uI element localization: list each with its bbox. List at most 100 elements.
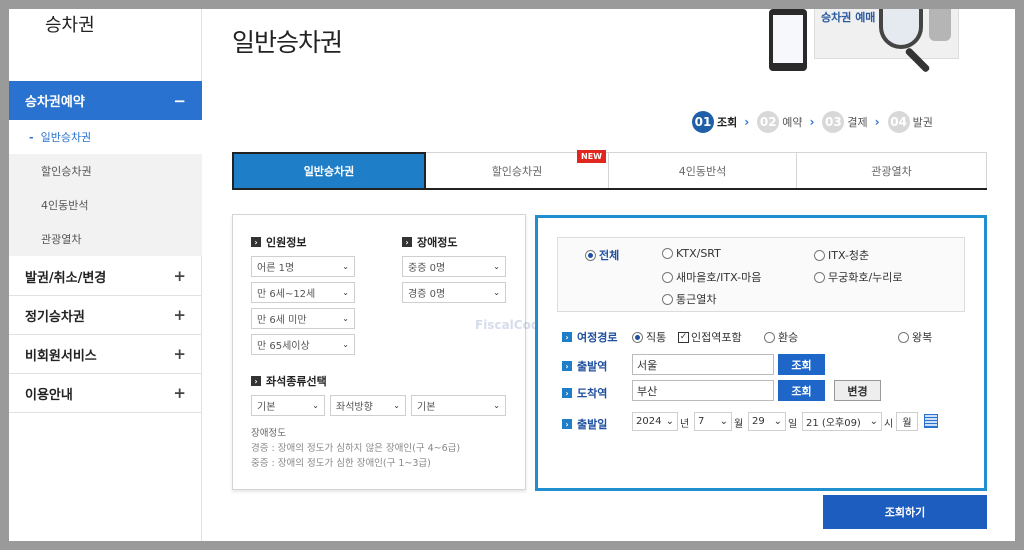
tab-tourist-train[interactable]: 관광열차 xyxy=(797,152,987,188)
route-include-nearby[interactable]: ✓ 인접역포함 xyxy=(678,329,742,345)
chevron-down-icon: ⌄ xyxy=(312,401,319,410)
swap-stations-button[interactable]: 변경 xyxy=(834,380,881,401)
sidebar-item-label: 비회원서비스 xyxy=(25,348,97,364)
expand-icon[interactable]: + xyxy=(173,345,186,363)
train-type-all[interactable]: 전체 xyxy=(585,247,619,263)
sidebar-sub-four-person-seat[interactable]: 4인동반석 xyxy=(9,188,202,222)
radio-icon xyxy=(662,293,673,305)
chevron-down-icon: ⌄ xyxy=(773,416,782,427)
sidebar-item-label: 발권/취소/변경 xyxy=(25,270,107,286)
arrow-right-icon: › xyxy=(562,361,572,371)
radio-icon xyxy=(662,271,673,283)
search-submit-button[interactable]: 조회하기 xyxy=(823,495,987,529)
chevron-down-icon: ⌄ xyxy=(342,340,349,349)
tab-label: 할인승차권 xyxy=(491,164,543,178)
tab-four-person-seat[interactable]: 4인동반석 xyxy=(609,152,797,188)
sidebar-item-nonmember[interactable]: 비회원서비스 + xyxy=(9,335,202,374)
chevron-down-icon: ⌄ xyxy=(342,314,349,323)
chevron-down-icon: ⌄ xyxy=(342,262,349,271)
infant-count-select[interactable]: 만 6세 미만 ⌄ xyxy=(251,308,355,329)
seat-direction-select[interactable]: 좌석방향 ⌄ xyxy=(330,395,406,416)
day-select[interactable]: 29 ⌄ xyxy=(748,412,786,431)
chevron-down-icon: ⌄ xyxy=(665,416,674,427)
sidebar-sub-tourist-train[interactable]: 관광열차 xyxy=(9,222,202,256)
step-number: 01 xyxy=(692,111,714,133)
severe-disability-select[interactable]: 중증 0명 ⌄ xyxy=(402,256,506,277)
step-label: 예약 xyxy=(782,116,803,129)
year-select[interactable]: 2024 ⌄ xyxy=(632,412,678,431)
departure-search-button[interactable]: 조회 xyxy=(778,354,825,375)
phone-image xyxy=(769,9,807,71)
adult-count-select[interactable]: 어른 1명 ⌄ xyxy=(251,256,355,277)
chevron-down-icon: ⌄ xyxy=(493,288,500,297)
expand-icon[interactable]: + xyxy=(173,306,186,324)
sidebar-item-season-ticket[interactable]: 정기승차권 + xyxy=(9,296,202,335)
arrival-input[interactable]: 부산 xyxy=(632,380,774,401)
sidebar-item-ticket-booking[interactable]: 승차권예약 − xyxy=(9,81,202,120)
route-roundtrip[interactable]: 왕복 xyxy=(898,329,932,345)
train-type-mugunghwa[interactable]: 무궁화호/누리로 xyxy=(814,269,903,285)
step-indicator: 01 조회 › 02 예약 › 03 결제 › 04 발권 xyxy=(692,111,941,133)
sidebar-title: 승차권 xyxy=(45,15,95,36)
note-severe: 중증 : 장애의 정도가 심한 장애인(구 1~3급) xyxy=(251,458,431,469)
route-transfer[interactable]: 환승 xyxy=(764,329,798,345)
expand-icon[interactable]: + xyxy=(173,384,186,402)
passenger-heading: › 인원정보 xyxy=(251,234,306,250)
step-label: 조회 xyxy=(717,116,738,129)
banner-text: 승차권 예매 xyxy=(821,11,876,24)
note-mild: 경증 : 장애의 정도가 심하지 않은 장애인(구 4~6급) xyxy=(251,443,461,454)
seat-class-select[interactable]: 기본 ⌄ xyxy=(251,395,325,416)
page-title: 일반승차권 xyxy=(232,28,343,57)
sidebar: 승차권 승차권예약 − - 일반승차권 할인승차권 4인동반석 관광열차 발권/… xyxy=(9,9,202,541)
radio-icon xyxy=(814,271,825,283)
radio-icon xyxy=(764,331,775,343)
train-type-saemaeul[interactable]: 새마을호/ITX-마음 xyxy=(662,269,761,285)
sidebar-sub-discount-ticket[interactable]: 할인승차권 xyxy=(9,154,202,188)
radio-icon xyxy=(662,248,673,259)
month-select[interactable]: 7 ⌄ xyxy=(694,412,732,431)
calendar-icon[interactable] xyxy=(924,414,938,428)
sidebar-sub-general-ticket[interactable]: - 일반승차권 xyxy=(9,120,202,154)
note-title: 장애정도 xyxy=(251,428,286,439)
senior-count-select[interactable]: 만 65세이상 ⌄ xyxy=(251,334,355,355)
train-type-commuter[interactable]: 통근열차 xyxy=(662,291,716,307)
chevron-right-icon: › xyxy=(809,115,815,129)
sidebar-item-guide[interactable]: 이용안내 + xyxy=(9,374,202,413)
tab-discount-ticket[interactable]: 할인승차권 NEW xyxy=(426,150,609,188)
chevron-right-icon: › xyxy=(874,115,880,129)
step-issue: 04 발권 xyxy=(887,111,933,133)
route-direct[interactable]: 직통 xyxy=(632,329,666,345)
arrival-search-button[interactable]: 조회 xyxy=(778,380,825,401)
tab-general-ticket[interactable]: 일반승차권 xyxy=(232,152,426,188)
chevron-down-icon: ⌄ xyxy=(393,401,400,410)
seat-position-select[interactable]: 기본 ⌄ xyxy=(411,395,506,416)
radio-icon xyxy=(632,331,643,343)
plant-image xyxy=(929,9,951,41)
mild-disability-select[interactable]: 경증 0명 ⌄ xyxy=(402,282,506,303)
departure-input[interactable]: 서울 xyxy=(632,354,774,375)
disability-heading: › 장애정도 xyxy=(402,234,457,250)
sidebar-item-label: 정기승차권 xyxy=(25,309,85,325)
hour-select[interactable]: 21 (오후09) ⌄ xyxy=(802,412,882,431)
train-type-group: 전체 KTX/SRT ITX-청춘 새마을호/ITX-마음 무궁화호/누리로 통… xyxy=(557,237,965,312)
collapse-icon[interactable]: − xyxy=(173,92,186,110)
train-type-itx-cheongchun[interactable]: ITX-청춘 xyxy=(814,247,869,263)
chevron-down-icon: ⌄ xyxy=(342,288,349,297)
step-search: 01 조회 › xyxy=(692,111,749,133)
radio-icon xyxy=(898,331,909,343)
month-unit: 월 xyxy=(734,419,744,430)
sidebar-item-issue-cancel[interactable]: 발권/취소/변경 + xyxy=(9,257,202,296)
checkbox-icon: ✓ xyxy=(678,331,689,343)
train-type-ktx[interactable]: KTX/SRT xyxy=(662,247,721,260)
child-count-select[interactable]: 만 6세~12세 ⌄ xyxy=(251,282,355,303)
page-frame: 승차권 승차권예약 − - 일반승차권 할인승차권 4인동반석 관광열차 발권/… xyxy=(9,9,1015,541)
day-unit: 일 xyxy=(788,419,798,430)
arrow-right-icon: › xyxy=(562,388,572,398)
step-number: 02 xyxy=(757,111,780,133)
arrow-right-icon: › xyxy=(562,419,572,429)
chevron-down-icon: ⌄ xyxy=(719,416,728,427)
dash-icon: - xyxy=(29,130,34,144)
expand-icon[interactable]: + xyxy=(173,267,186,285)
arrow-right-icon: › xyxy=(562,332,572,342)
radio-icon xyxy=(814,249,825,261)
